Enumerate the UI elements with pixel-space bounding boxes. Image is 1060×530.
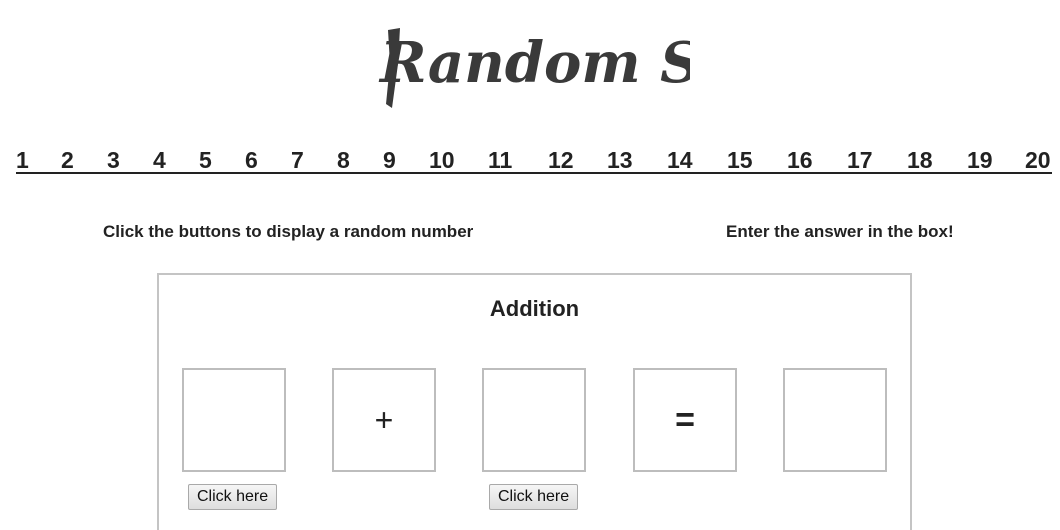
site-logo: Random Sums [0,24,1060,114]
number-nav: 1 2 3 4 5 6 7 8 9 10 11 12 13 14 15 16 17 18 19 20 [16,146,1052,174]
nav-number-10[interactable]: 10 [429,146,455,174]
panel-title: Addition [489,296,580,321]
nav-number-16[interactable]: 16 [787,146,813,174]
nav-number-13[interactable]: 13 [607,146,633,174]
nav-number-17[interactable]: 17 [847,146,873,174]
nav-number-3[interactable]: 3 [107,146,120,174]
nav-number-7[interactable]: 7 [291,146,304,174]
nav-number-20[interactable]: 20 [1025,146,1051,174]
nav-number-11[interactable]: 11 [488,146,512,174]
instruction-right: Enter the answer in the box! [726,222,954,241]
nav-number-9[interactable]: 9 [383,146,396,174]
nav-number-5[interactable]: 5 [199,146,212,174]
nav-number-4[interactable]: 4 [153,146,166,174]
nav-number-14[interactable]: 14 [667,146,693,174]
equals-box: = [633,368,737,472]
nav-number-2[interactable]: 2 [61,146,74,174]
answer-input[interactable] [783,368,887,472]
nav-number-1[interactable]: 1 [16,146,29,174]
nav-number-18[interactable]: 18 [907,146,933,174]
random-sums-logo: Random Sums [378,28,690,108]
nav-number-8[interactable]: 8 [337,146,350,174]
nav-number-6[interactable]: 6 [245,146,258,174]
page: Random Sums 1234567891011121314151617181… [0,0,1060,530]
instruction-left: Click the buttons to display a random nu… [103,222,474,241]
random-number-1-button[interactable]: Click here [188,484,278,510]
nav-number-12[interactable]: 12 [548,146,574,174]
random-number-2-button[interactable]: Click here [489,484,579,510]
number-1-box [182,368,286,472]
logo-lettering: Random Sums [378,30,690,96]
nav-number-15[interactable]: 15 [727,146,753,174]
number-2-box [482,368,586,472]
nav-number-19[interactable]: 19 [967,146,993,174]
plus-operator-box: + [332,368,436,472]
